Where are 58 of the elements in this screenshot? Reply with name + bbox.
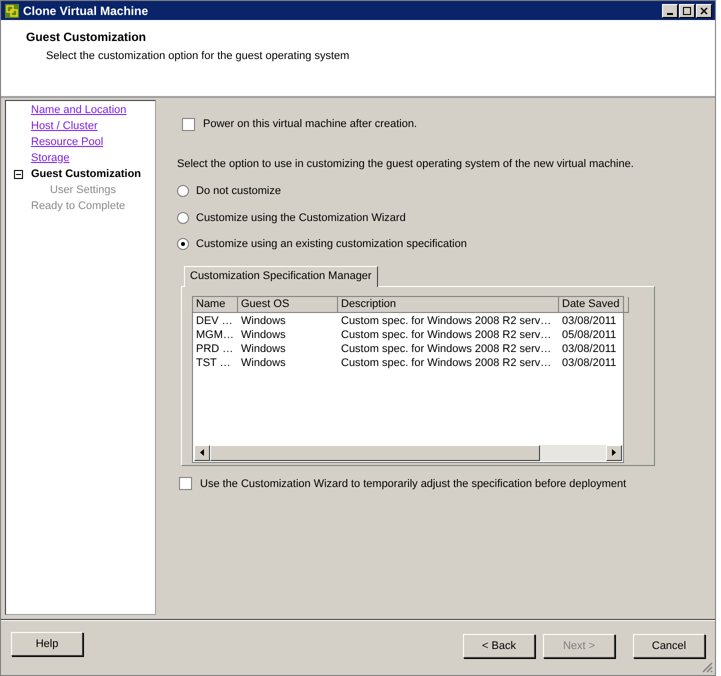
wizard-step: User Settings — [50, 182, 116, 198]
column-header[interactable]: Date Saved — [559, 296, 629, 312]
navigation-button[interactable]: < Back — [463, 634, 535, 658]
cancel-button[interactable]: Cancel — [633, 634, 705, 658]
table-cell-text: Custom spec. for Windows 2008 R2 serv… — [340, 314, 552, 328]
collapse-icon[interactable] — [14, 170, 22, 178]
wizard-step[interactable]: Name and Location — [31, 102, 126, 118]
radio-label: Customize using the Customization Wizard — [196, 210, 406, 226]
column-header[interactable]: Guest OS — [238, 296, 338, 312]
horizontal-scrollbar[interactable] — [194, 444, 622, 460]
wizard-step: Guest Customization — [31, 166, 142, 182]
checkbox[interactable] — [179, 477, 192, 490]
close-button[interactable] — [696, 4, 712, 18]
scroll-thumb[interactable] — [210, 444, 540, 460]
scroll-right-icon[interactable] — [606, 444, 622, 460]
app-icon — [4, 2, 20, 18]
tab[interactable]: Customization Specification Manager — [184, 266, 378, 286]
maximize-button[interactable] — [679, 4, 695, 18]
wizard-step[interactable]: Storage — [31, 150, 70, 166]
table-cell-text: Windows — [240, 356, 287, 370]
table-cell-text: DEV … — [195, 314, 234, 328]
wizard-step: Ready to Complete — [31, 198, 126, 214]
table-cell-text: PRD … — [195, 342, 234, 356]
column-header[interactable]: Description — [338, 296, 559, 312]
table-cell-text: 03/08/2011 — [561, 356, 618, 370]
radio-button[interactable] — [177, 238, 189, 250]
checkbox[interactable] — [182, 118, 195, 131]
table-cell-text: Windows — [240, 328, 287, 342]
table-cell-text: Custom spec. for Windows 2008 R2 serv… — [340, 356, 552, 370]
wizard-step[interactable]: Resource Pool — [31, 134, 104, 150]
table-cell-text: 03/08/2011 — [561, 314, 618, 328]
table-cell-text: Windows — [240, 342, 287, 356]
checkbox-label: Power on this virtual machine after creation. — [203, 117, 417, 132]
close-icon — [700, 6, 708, 14]
help-button[interactable]: Help — [11, 632, 83, 656]
wizard-step[interactable]: Host / Cluster — [31, 118, 98, 134]
table-cell-text: Windows — [240, 314, 287, 328]
table-cell-text: MGM… — [195, 328, 235, 342]
table-cell-text: 03/08/2011 — [561, 342, 618, 356]
resize-grip-icon[interactable] — [701, 661, 713, 673]
window-title: Clone Virtual Machine — [23, 2, 148, 20]
table-cell-text: TST … — [195, 356, 232, 370]
radio-button[interactable] — [177, 185, 189, 198]
page-title: Guest Customization — [26, 29, 148, 46]
instruction-text: Select the option to use in customizing the guest operating system of the new virtual machine. — [177, 156, 635, 172]
table-cell-text: Custom spec. for Windows 2008 R2 serv… — [340, 328, 552, 342]
minimize-icon — [667, 12, 673, 14]
table-cell-text: 05/08/2011 — [561, 328, 618, 342]
radio-label: Do not customize — [196, 184, 281, 199]
minimize-button[interactable] — [662, 4, 678, 18]
maximize-icon — [683, 6, 691, 14]
page-subtitle: Select the customization option for the guest operating system — [46, 49, 350, 64]
table-cell-text: Custom spec. for Windows 2008 R2 serv… — [340, 342, 552, 356]
radio-label: Customize using an existing customization specification — [196, 237, 467, 252]
radio-button[interactable] — [177, 212, 189, 224]
scroll-left-icon[interactable] — [194, 444, 210, 460]
column-header[interactable]: Name — [193, 296, 238, 312]
checkbox-label: Use the Customization Wizard to temporarily adjust the specification before deployment — [200, 476, 626, 492]
